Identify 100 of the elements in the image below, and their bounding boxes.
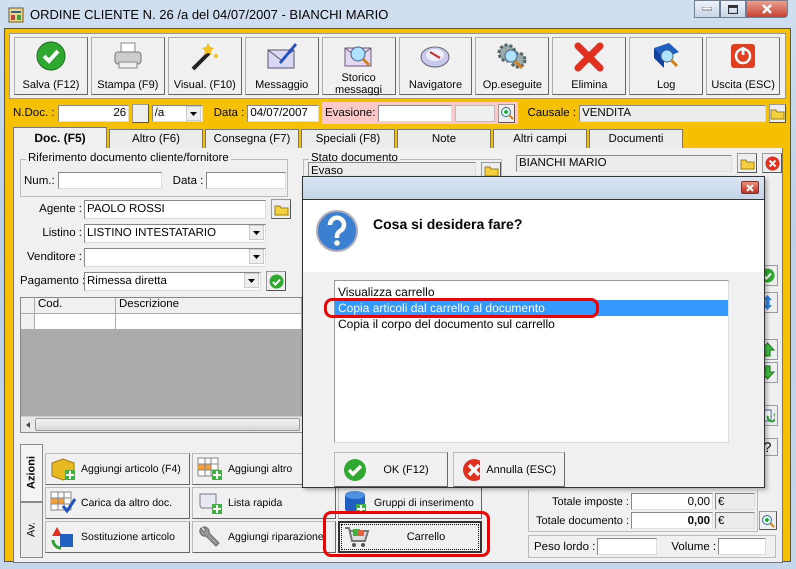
date-label: Data :	[214, 107, 244, 119]
reason-field[interactable]: VENDITA	[579, 104, 766, 122]
action-button[interactable]: Aggiungi riparazione	[192, 521, 336, 553]
close-button[interactable]	[746, 0, 788, 18]
cancel-button[interactable]: Annulla (ESC)	[453, 452, 565, 487]
dropdown-icon	[244, 272, 259, 288]
blank-button[interactable]	[132, 104, 149, 122]
log-button[interactable]: Log	[629, 37, 704, 95]
delivery-label: Evasione:	[324, 107, 376, 119]
navigator-button[interactable]: Navigatore	[398, 37, 472, 95]
save-button[interactable]: Salva (F12)	[14, 37, 88, 95]
message-button[interactable]: Messaggio	[244, 37, 319, 95]
zoom-in-icon	[500, 106, 514, 120]
folder-button[interactable]	[737, 153, 757, 173]
field-label: Listino :	[41, 227, 83, 239]
folder-icon	[274, 202, 288, 216]
zoom-button[interactable]	[498, 104, 516, 122]
tab[interactable]: Altro (F6)	[109, 129, 203, 148]
currency-field: €	[715, 512, 755, 529]
folder-button[interactable]	[768, 104, 786, 122]
list-item[interactable]: Copia il corpo del documento sul carrello	[335, 316, 728, 332]
app-icon	[8, 6, 24, 22]
action-button[interactable]: Aggiungi articolo (F4)	[45, 453, 190, 485]
side-tab[interactable]: Azioni	[20, 444, 43, 502]
reason-label: Causale :	[527, 107, 576, 119]
minimize-icon	[702, 7, 712, 11]
zoom-in-icon	[761, 514, 775, 528]
maximize-icon	[728, 4, 738, 14]
action-button[interactable]: Lista rapida	[192, 487, 336, 519]
action-button[interactable]: Sostituzione articolo	[45, 521, 190, 553]
select-field[interactable]: LISTINO INTESTATARIO	[84, 224, 266, 242]
action-button[interactable]: Carica da altro doc.	[45, 487, 190, 519]
agent-field[interactable]: PAOLO ROSSI	[84, 200, 266, 218]
dropdown-icon	[249, 248, 264, 264]
print-button[interactable]: Stampa (F9)	[90, 37, 165, 95]
tab[interactable]: Note	[397, 129, 491, 148]
history-button[interactable]: Storico messaggi	[322, 37, 396, 95]
delete-button[interactable]: Elimina	[552, 37, 626, 95]
field-label: Pagamento :	[20, 275, 84, 287]
tab[interactable]: Speciali (F8)	[301, 129, 395, 148]
number-field[interactable]	[58, 172, 162, 189]
group-title: Riferimento documento cliente/fornitore	[26, 152, 231, 164]
total-field: 0,00	[631, 512, 713, 529]
delivery-field[interactable]	[378, 104, 452, 122]
ok-button[interactable]: OK (F12)	[334, 452, 448, 487]
side-tab[interactable]: Av.	[20, 502, 43, 558]
customer-field: BIANCHI MARIO	[516, 154, 732, 172]
document-number-field[interactable]: 26	[58, 104, 130, 122]
total-field: 0,00	[631, 493, 713, 510]
total-label: Totale imposte :	[550, 496, 629, 508]
table-add-icon	[196, 456, 224, 482]
tab[interactable]: Documenti	[589, 129, 683, 148]
total-label: Totale documento :	[535, 514, 629, 526]
list-item[interactable]: Visualizza carrello	[335, 284, 728, 300]
date-field[interactable]: 04/07/2007	[247, 104, 319, 122]
zoom-button[interactable]	[759, 511, 777, 530]
minimize-button[interactable]	[694, 0, 720, 18]
check-icon	[34, 40, 68, 72]
operations-button[interactable]: Op.eseguite	[475, 37, 550, 95]
gross-weight-label: Peso lordo :	[534, 540, 596, 552]
table-check-icon	[49, 490, 77, 516]
close-button[interactable]	[741, 181, 759, 194]
dropdown-icon	[186, 106, 201, 120]
cart-button[interactable]: Carrello	[338, 521, 482, 553]
gross-weight-field[interactable]	[597, 538, 658, 555]
exit-button[interactable]: Uscita (ESC)	[706, 37, 780, 95]
folder-button[interactable]	[271, 199, 291, 219]
number-label: Num.:	[24, 174, 55, 186]
tab[interactable]: Doc. (F5)	[13, 127, 107, 148]
document-number-label: N.Doc. :	[13, 107, 55, 119]
delete-icon	[572, 40, 606, 72]
cart-icon	[343, 524, 371, 550]
remove-button[interactable]	[762, 153, 782, 173]
dropdown-icon	[249, 224, 264, 240]
cancel-icon	[462, 458, 480, 482]
volume-field[interactable]	[718, 538, 766, 555]
question-icon	[315, 208, 359, 253]
maximize-button[interactable]	[720, 0, 746, 18]
check-icon	[343, 458, 367, 482]
confirm-button[interactable]	[266, 271, 286, 291]
tab[interactable]: Altri campi	[493, 129, 587, 148]
currency-field: €	[715, 493, 755, 510]
select-field[interactable]: Rimessa diretta	[84, 272, 261, 290]
folder-icon	[770, 106, 785, 120]
wand-button[interactable]: Visual. (F10)	[168, 37, 242, 95]
disabled-field	[455, 104, 496, 122]
series-select[interactable]: /a	[152, 104, 203, 122]
select-field[interactable]	[84, 248, 266, 266]
folder-icon	[740, 156, 754, 170]
field-label: Agente :	[38, 203, 83, 215]
tab[interactable]: Consegna (F7)	[205, 129, 299, 148]
close-icon	[746, 184, 754, 192]
horizontal-scrollbar[interactable]	[21, 416, 302, 432]
date-label: Data :	[172, 174, 204, 186]
date-field[interactable]	[206, 172, 286, 189]
window-title: ORDINE CLIENTE N. 26 /a del 04/07/2007 - BIANCHI MARIO	[30, 7, 388, 22]
field-label: Venditore :	[26, 251, 83, 263]
check-icon	[268, 274, 284, 288]
remove-icon	[764, 156, 780, 170]
close-icon	[761, 4, 773, 14]
